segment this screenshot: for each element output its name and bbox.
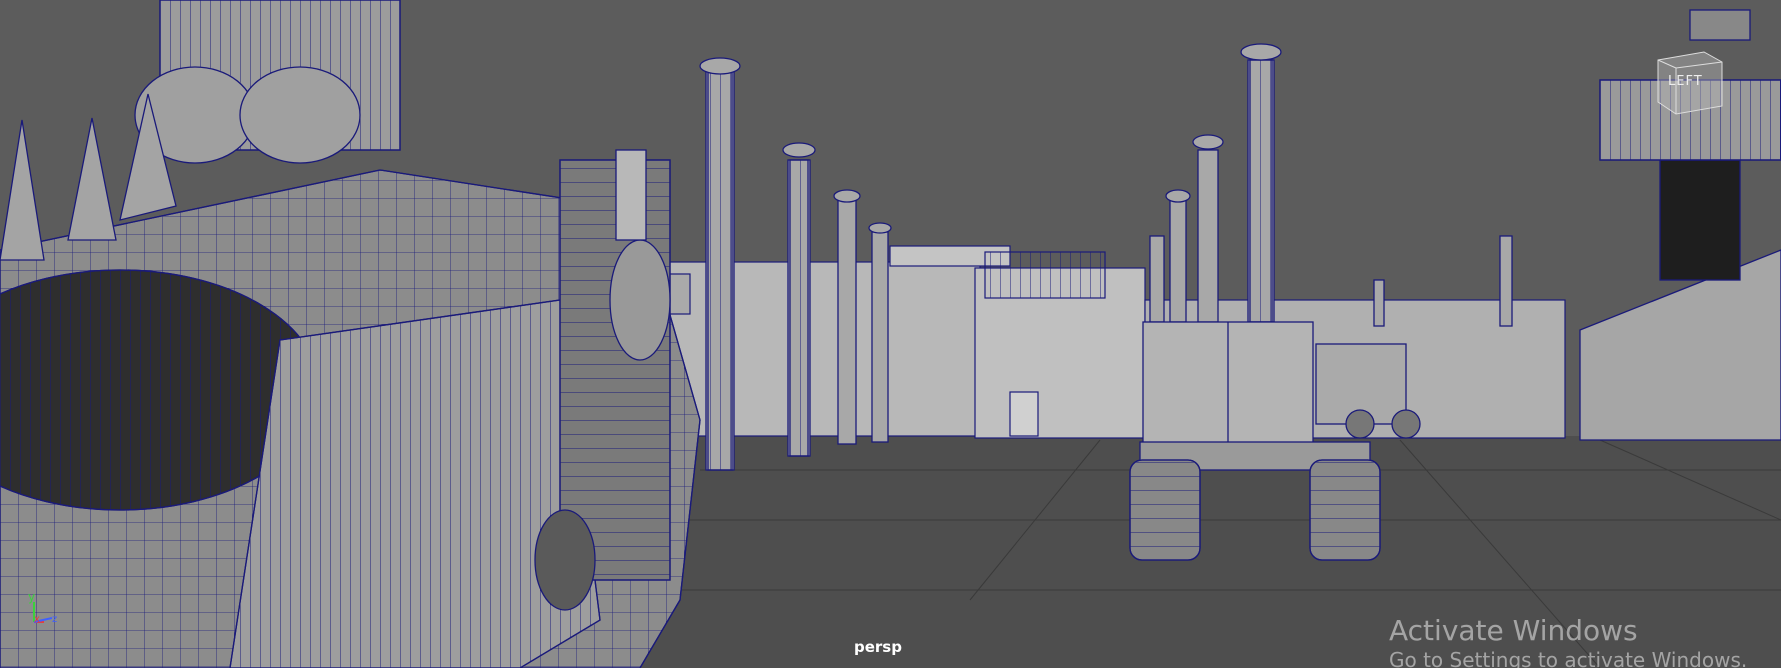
3d-scene-wireframe-render: [0, 0, 1781, 668]
axis-z-label: z: [52, 614, 58, 625]
watermark-subtitle: Go to Settings to activate Windows.: [1389, 648, 1748, 668]
foreground-machine: [0, 0, 701, 668]
camera-name-label: persp: [854, 638, 902, 656]
axis-y-label: y: [28, 590, 36, 604]
back-wall: [639, 245, 1566, 439]
windows-activation-watermark: Activate Windows Go to Settings to activ…: [1389, 614, 1747, 668]
watermark-title: Activate Windows: [1389, 614, 1638, 647]
maya-perspective-viewport[interactable]: LEFT y x z persp Activate Windows Go to …: [0, 0, 1781, 668]
axis-x-label: x: [34, 614, 40, 625]
view-cube-label[interactable]: LEFT: [1668, 74, 1703, 89]
